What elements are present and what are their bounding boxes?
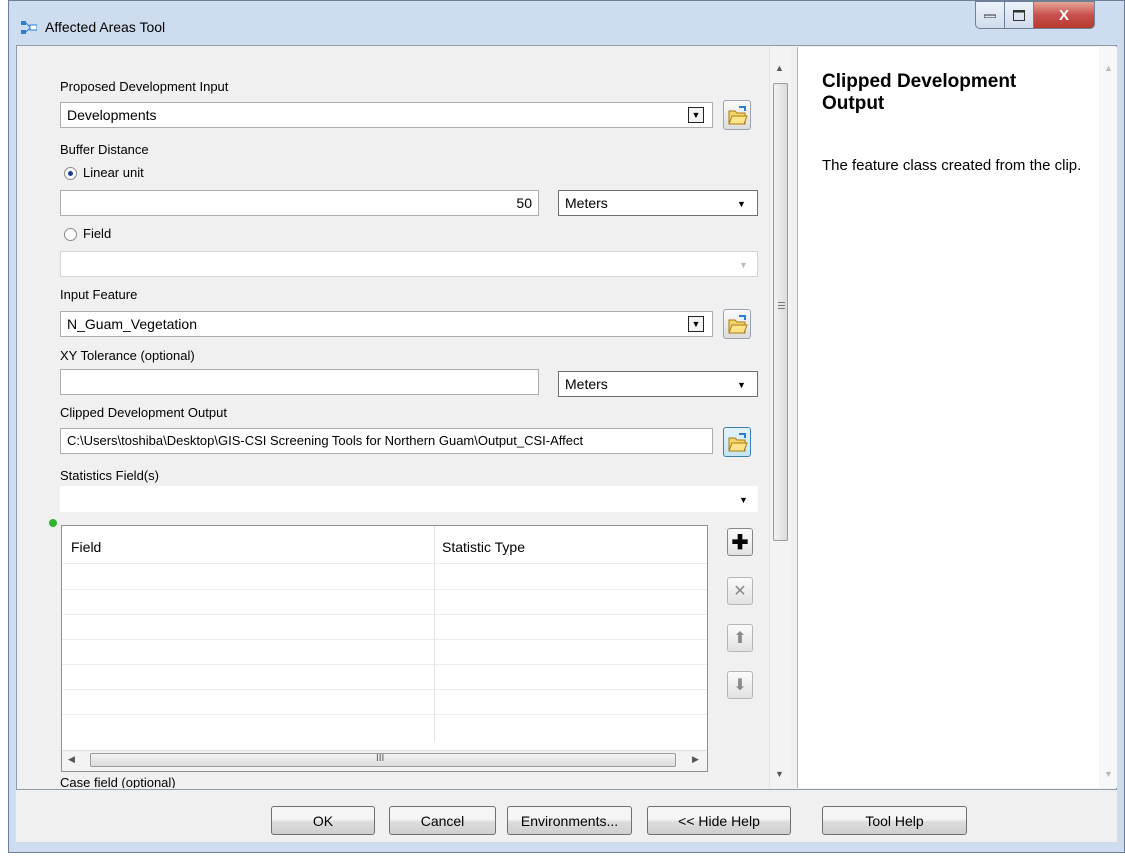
clipped-output-input[interactable]: C:\Users\toshiba\Desktop\GIS-CSI Screeni… <box>60 428 713 454</box>
case-field-label: Case field (optional) <box>60 775 176 788</box>
help-pane: Clipped Development Output The feature c… <box>797 47 1117 788</box>
dialog-client-area: Proposed Development Input Developments … <box>16 45 1117 790</box>
chevron-down-icon[interactable]: ▼ <box>688 316 704 332</box>
linear-unit-input[interactable]: 50 <box>60 190 539 216</box>
scroll-right-icon[interactable]: ▶ <box>692 754 699 765</box>
linear-unit-value: 50 <box>516 195 532 211</box>
column-divider <box>434 526 435 742</box>
scrollbar-thumb[interactable]: III <box>90 753 676 767</box>
dialog-button-bar: OK Cancel Environments... << Hide Help T… <box>16 790 1117 842</box>
close-icon: X <box>1058 6 1069 24</box>
move-up-button[interactable]: ⬆ <box>727 624 753 652</box>
linear-unit-radio[interactable] <box>64 167 77 180</box>
tool-help-button[interactable]: Tool Help <box>822 806 967 835</box>
xy-tolerance-units-value: Meters <box>565 376 608 392</box>
close-button[interactable]: X <box>1033 1 1095 29</box>
hide-help-button[interactable]: << Hide Help <box>647 806 791 835</box>
arrow-down-icon: ⬇ <box>733 677 747 694</box>
maximize-icon <box>1013 9 1025 21</box>
folder-open-icon <box>728 433 748 452</box>
input-feature-combo[interactable]: N_Guam_Vegetation ▼ <box>60 311 713 337</box>
scroll-up-icon[interactable]: ▲ <box>775 63 784 73</box>
xy-tolerance-units-select[interactable]: Meters ▼ <box>558 371 758 397</box>
linear-unit-label: Linear unit <box>83 165 144 180</box>
required-indicator-icon <box>49 519 57 527</box>
table-row[interactable] <box>62 639 707 640</box>
chevron-down-icon: ▼ <box>739 495 748 505</box>
maximize-button[interactable] <box>1004 1 1034 29</box>
statistics-grid[interactable]: Field Statistic Type ◀ III ▶ <box>61 525 708 772</box>
proposed-development-value: Developments <box>67 107 157 123</box>
table-row[interactable] <box>62 614 707 615</box>
buffer-distance-label: Buffer Distance <box>60 142 149 157</box>
browse-clipped-output-button[interactable] <box>723 427 751 457</box>
help-vertical-scrollbar[interactable]: ▲ ▼ <box>1099 47 1117 788</box>
delete-row-button[interactable]: ✕ <box>727 577 753 605</box>
field-radio[interactable] <box>64 228 77 241</box>
minimize-button[interactable] <box>975 1 1005 29</box>
parameters-pane: Proposed Development Input Developments … <box>18 47 791 788</box>
input-feature-value: N_Guam_Vegetation <box>67 316 197 332</box>
xy-tolerance-input[interactable] <box>60 369 539 395</box>
scrollbar-thumb[interactable] <box>773 83 788 541</box>
scroll-grip-icon: III <box>376 753 385 764</box>
clipped-output-value: C:\Users\toshiba\Desktop\GIS-CSI Screeni… <box>67 433 584 448</box>
table-row[interactable] <box>62 589 707 590</box>
title-bar[interactable]: Affected Areas Tool X <box>9 1 1124 45</box>
clipped-output-label: Clipped Development Output <box>60 405 227 420</box>
proposed-development-label: Proposed Development Input <box>60 79 229 94</box>
model-tool-icon <box>21 21 37 34</box>
tool-dialog-window: Affected Areas Tool X Proposed Developme… <box>8 0 1125 853</box>
linear-unit-units-value: Meters <box>565 195 608 211</box>
browse-proposed-development-button[interactable] <box>723 100 751 130</box>
help-title: Clipped Development Output <box>822 71 1017 114</box>
add-row-button[interactable]: ✚ <box>727 528 753 556</box>
folder-open-icon <box>728 315 748 334</box>
statistics-fields-label: Statistics Field(s) <box>60 468 159 483</box>
table-row[interactable] <box>62 714 707 715</box>
scroll-grip-icon <box>778 302 785 311</box>
minimize-icon <box>984 14 996 18</box>
xy-tolerance-label: XY Tolerance (optional) <box>60 348 195 363</box>
table-row[interactable] <box>62 689 707 690</box>
scroll-down-icon[interactable]: ▼ <box>1104 769 1113 779</box>
column-header-field[interactable]: Field <box>71 539 101 555</box>
field-combo: ▼ <box>60 251 758 277</box>
browse-input-feature-button[interactable] <box>723 309 751 339</box>
chevron-down-icon: ▼ <box>739 260 748 270</box>
scroll-up-icon[interactable]: ▲ <box>1104 63 1113 73</box>
input-feature-label: Input Feature <box>60 287 138 302</box>
window-title: Affected Areas Tool <box>45 19 166 35</box>
plus-icon: ✚ <box>731 531 749 554</box>
grid-header: Field Statistic Type <box>62 526 707 564</box>
table-row[interactable] <box>62 563 707 564</box>
chevron-down-icon[interactable]: ▼ <box>688 107 704 123</box>
proposed-development-combo[interactable]: Developments ▼ <box>60 102 713 128</box>
grid-horizontal-scrollbar[interactable]: ◀ III ▶ <box>62 750 707 771</box>
scroll-left-icon[interactable]: ◀ <box>68 754 75 765</box>
help-description: The feature class created from the clip. <box>822 157 1082 174</box>
scroll-down-icon[interactable]: ▼ <box>775 769 784 779</box>
ok-button[interactable]: OK <box>271 806 375 835</box>
field-label: Field <box>83 226 112 241</box>
environments-button[interactable]: Environments... <box>507 806 632 835</box>
chevron-down-icon: ▼ <box>737 380 746 390</box>
parameters-vertical-scrollbar[interactable]: ▲ ▼ <box>769 47 791 788</box>
move-down-button[interactable]: ⬇ <box>727 671 753 699</box>
chevron-down-icon: ▼ <box>737 199 746 209</box>
statistics-fields-combo[interactable]: ▼ <box>60 486 758 512</box>
cancel-button[interactable]: Cancel <box>389 806 496 835</box>
delete-x-icon: ✕ <box>733 583 747 600</box>
table-row[interactable] <box>62 664 707 665</box>
linear-unit-units-select[interactable]: Meters ▼ <box>558 190 758 216</box>
folder-open-icon <box>728 106 748 125</box>
arrow-up-icon: ⬆ <box>733 630 747 647</box>
column-header-statistic-type[interactable]: Statistic Type <box>442 539 525 555</box>
